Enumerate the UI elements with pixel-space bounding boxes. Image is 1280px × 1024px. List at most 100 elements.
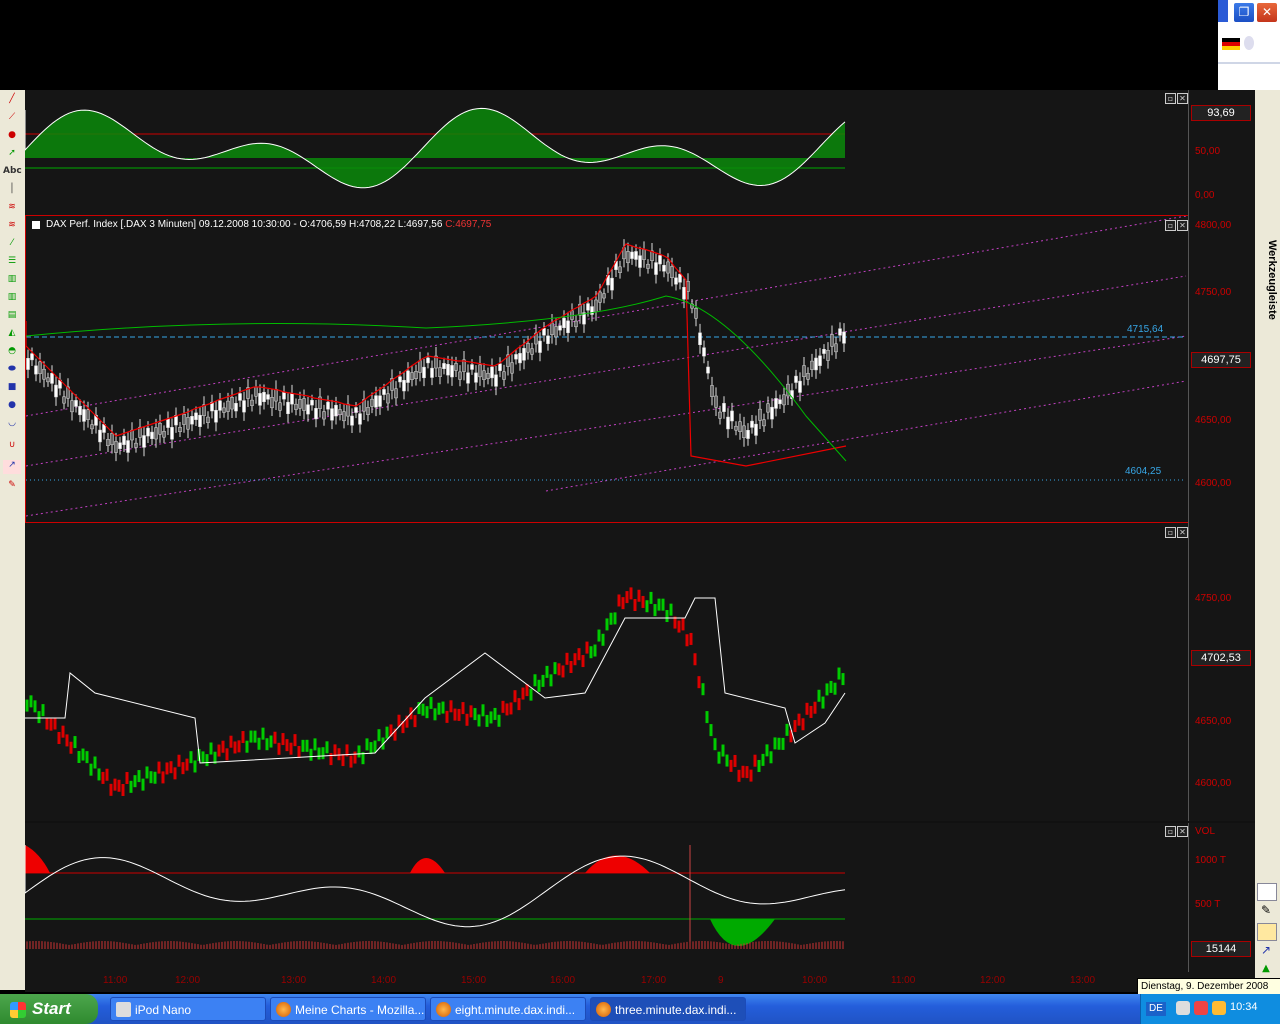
panel-close-button[interactable]: ✕ [1177, 93, 1188, 104]
text-tool-icon[interactable]: Abc [3, 166, 22, 180]
colored-candle [337, 748, 341, 761]
panel-close-button[interactable]: ✕ [1177, 220, 1188, 231]
pointer-tool-icon[interactable]: ↗ [3, 460, 21, 474]
bars-icon[interactable]: ▤ [3, 310, 21, 324]
candle [498, 363, 502, 371]
taskbar-item-ipod[interactable]: iPod Nano [110, 997, 266, 1021]
colored-candle [589, 646, 593, 659]
colored-candle [765, 744, 769, 757]
candle [322, 411, 326, 420]
panel-minimize-button[interactable]: ▫ [1165, 527, 1176, 538]
colored-candle [825, 683, 829, 696]
candle [154, 427, 158, 440]
colored-candle [557, 663, 561, 676]
toolbar-divider [1218, 62, 1280, 64]
colored-price-panel[interactable] [25, 523, 1188, 821]
line-tool-icon[interactable]: ⟋ [3, 112, 21, 126]
candle [554, 326, 558, 338]
arrow-up-icon[interactable]: ▲ [1257, 963, 1275, 975]
taskbar-item-eight-minute[interactable]: eight.minute.dax.indi... [430, 997, 586, 1021]
colored-candle [781, 737, 785, 750]
werkzeugleiste-label[interactable]: Werkzeugleiste [1258, 240, 1278, 350]
half-circle-icon[interactable]: ◡ [3, 418, 21, 432]
colored-candle [449, 700, 453, 713]
colored-candle [617, 594, 621, 607]
colored-candle [441, 701, 445, 714]
candle [746, 430, 750, 439]
candle [510, 362, 514, 374]
panel-minimize-button[interactable]: ▫ [1165, 826, 1176, 837]
colored-candle [241, 731, 245, 744]
panel-minimize-button[interactable]: ▫ [1165, 220, 1176, 231]
time-label: 12:00 [980, 975, 1006, 986]
candle [238, 393, 242, 401]
grid-icon[interactable]: ▥ [3, 274, 21, 288]
colored-candle [369, 742, 373, 755]
col-tick-3: 4600,00 [1195, 778, 1232, 789]
triangle-icon[interactable]: ◭ [3, 328, 21, 342]
candle [314, 408, 318, 420]
colored-candle [93, 756, 97, 769]
taskbar-item-three-minute[interactable]: three.minute.dax.indi... [590, 997, 746, 1021]
colored-candle [313, 738, 317, 751]
candle [402, 379, 406, 392]
colored-candle [297, 745, 301, 758]
colored-candle [325, 741, 329, 754]
candle [38, 361, 42, 375]
candle [798, 380, 802, 393]
note-icon[interactable] [1257, 923, 1277, 941]
arrow-up-icon[interactable]: ➚ [3, 148, 21, 162]
colored-candle [573, 653, 577, 666]
colored-candle [553, 662, 557, 675]
pen-icon[interactable]: ╱ [3, 94, 21, 108]
start-button[interactable]: Start [0, 994, 98, 1024]
gann-icon[interactable]: ⁄ [3, 238, 21, 252]
colored-candle [521, 687, 525, 700]
candle [710, 385, 714, 397]
columns-icon[interactable]: ▥ [3, 292, 21, 306]
vertical-line-icon[interactable]: │ [3, 184, 21, 198]
magnet-icon[interactable]: ∪ [3, 440, 21, 454]
colored-candle [657, 598, 661, 611]
colored-candle [177, 754, 181, 767]
colored-candle [45, 717, 49, 730]
circle-icon[interactable]: ● [3, 400, 21, 414]
language-indicator[interactable]: DE [1146, 1002, 1166, 1016]
channel-icon[interactable]: ≋ [3, 220, 21, 234]
price-panel[interactable]: DAX Perf. Index [.DAX 3 Minuten] 09.12.2… [25, 215, 1189, 523]
colored-candle [777, 737, 781, 750]
chart-icon[interactable]: ↗ [1257, 943, 1275, 959]
candle [802, 365, 806, 377]
trend-tool-icon[interactable]: ● [3, 130, 21, 144]
candle [826, 349, 830, 361]
arc-icon[interactable]: ◓ [3, 346, 21, 360]
panel-minimize-button[interactable]: ▫ [1165, 93, 1176, 104]
wrench-icon[interactable]: ✎ [1257, 903, 1275, 919]
oscillator-panel[interactable] [24, 90, 1188, 215]
close-button[interactable]: ✕ [1256, 2, 1278, 23]
german-flag-icon[interactable] [1222, 38, 1240, 50]
tray-app-icon[interactable] [1176, 1001, 1190, 1015]
colored-candle [561, 665, 565, 678]
lightbulb-icon[interactable] [1244, 36, 1254, 50]
candle [354, 407, 358, 413]
task-label: iPod Nano [135, 1003, 192, 1017]
tray-app-icon[interactable] [1212, 1001, 1226, 1015]
tray-app-icon[interactable] [1194, 1001, 1208, 1015]
volume-panel[interactable] [24, 823, 1188, 972]
colored-candle [577, 648, 581, 661]
ellipse-icon[interactable]: ⬬ [3, 364, 21, 378]
calendar-icon[interactable] [1257, 883, 1277, 901]
colored-candle [837, 667, 841, 680]
taskbar-item-meine-charts[interactable]: Meine Charts - Mozilla... [270, 997, 426, 1021]
rectangle-icon[interactable]: ■ [3, 382, 21, 396]
candle [222, 407, 226, 413]
fibonacci-icon[interactable]: ≋ [3, 202, 21, 216]
panel-close-button[interactable]: ✕ [1177, 527, 1188, 538]
candle [426, 357, 430, 364]
parallel-lines-icon[interactable]: ☰ [3, 256, 21, 270]
restore-button[interactable]: ❐ [1233, 2, 1255, 23]
panel-close-button[interactable]: ✕ [1177, 826, 1188, 837]
eraser-icon[interactable]: ✎ [3, 480, 21, 494]
colored-candle [705, 711, 709, 724]
